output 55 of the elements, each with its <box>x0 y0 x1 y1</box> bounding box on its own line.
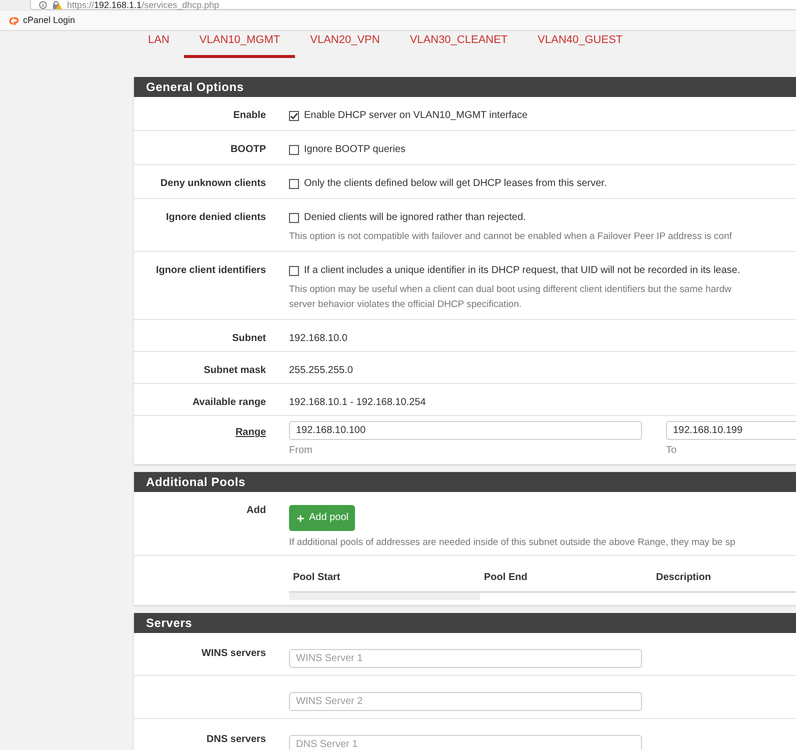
checkbox[interactable] <box>289 179 299 189</box>
checkbox[interactable] <box>289 145 299 155</box>
interface-tab[interactable]: VLAN20_VPN <box>295 32 395 58</box>
section-header: Servers <box>134 613 796 633</box>
plus-icon <box>296 514 305 522</box>
help-text: If additional pools of addresses are needed inside of this subnet outside the above Range, they may be sp <box>289 536 736 550</box>
help-text: This option is not compatible with failover and cannot be enabled when a Failover Peer IP address is conf <box>289 230 732 244</box>
field-label: Subnet <box>232 333 266 344</box>
logo-icon <box>8 16 19 24</box>
field-label: BOOTP <box>230 144 266 155</box>
column-header: Description <box>656 572 712 583</box>
bookmark-item[interactable]: cPanel Login <box>8 15 76 26</box>
address-bar[interactable]: https://192.168.1.1/services_dhcp.php <box>30 0 796 10</box>
checkmark-icon <box>290 112 298 120</box>
field-label: Ignore client identifiers <box>156 265 266 276</box>
field-caption: To <box>666 444 677 457</box>
help-text: This option may be useful when a client can dual boot using different client identifiers but the same hardw server behavior violates the official DHCP specification. <box>289 283 732 312</box>
interface-tab[interactable]: LAN <box>133 32 184 58</box>
field-label: Ignore denied clients <box>166 212 266 223</box>
checkbox[interactable] <box>289 213 299 223</box>
field-label: DNS servers <box>206 734 266 745</box>
add-pool-button[interactable]: Add pool <box>289 505 356 531</box>
url-text: https://192.168.1.1/services_dhcp.php <box>67 0 220 10</box>
field-label: Range <box>235 427 266 438</box>
value-text: 192.168.10.0 <box>289 333 348 344</box>
column-header: Pool Start <box>293 572 340 583</box>
checkbox[interactable] <box>289 266 299 276</box>
value-text: 255.255.255.0 <box>289 365 353 376</box>
input-field[interactable]: WINS Server 2 <box>289 692 642 711</box>
field-label: WINS servers <box>202 648 266 659</box>
option-text: Enable DHCP server on VLAN10_MGMT interface <box>304 109 528 123</box>
interface-tab[interactable]: VLAN40_GUEST <box>522 32 638 58</box>
field-label: Enable <box>233 110 266 121</box>
interface-tab[interactable]: VLAN30_CLEANET <box>394 32 523 58</box>
option-text: If a client includes a unique identifier in its DHCP request, that UID will not be recorded in its lease. <box>304 264 740 278</box>
info-icon <box>39 0 47 8</box>
interface-tab[interactable]: VLAN10_MGMT <box>184 32 296 58</box>
field-label: Subnet mask <box>204 365 266 376</box>
field-label: Add <box>246 505 266 516</box>
input-field[interactable]: 192.168.10.100 <box>289 421 642 440</box>
value-text: 192.168.10.1 - 192.168.10.254 <box>289 397 426 408</box>
input-field[interactable]: WINS Server 1 <box>289 649 642 668</box>
padlock-warning-icon <box>52 0 62 8</box>
field-caption: From <box>289 444 312 457</box>
section-header: General Options <box>134 77 796 97</box>
option-text: Denied clients will be ignored rather than rejected. <box>304 211 526 225</box>
input-field[interactable]: DNS Server 1 <box>289 735 642 750</box>
option-text: Only the clients defined below will get DHCP leases from this server. <box>304 177 607 191</box>
input-field[interactable]: 192.168.10.199 <box>666 421 796 440</box>
field-label: Available range <box>192 397 266 408</box>
option-text: Ignore BOOTP queries <box>304 143 406 157</box>
column-header: Pool End <box>484 572 528 583</box>
field-label: Deny unknown clients <box>160 178 266 189</box>
checkbox[interactable] <box>289 111 299 121</box>
section-header: Additional Pools <box>134 472 796 492</box>
